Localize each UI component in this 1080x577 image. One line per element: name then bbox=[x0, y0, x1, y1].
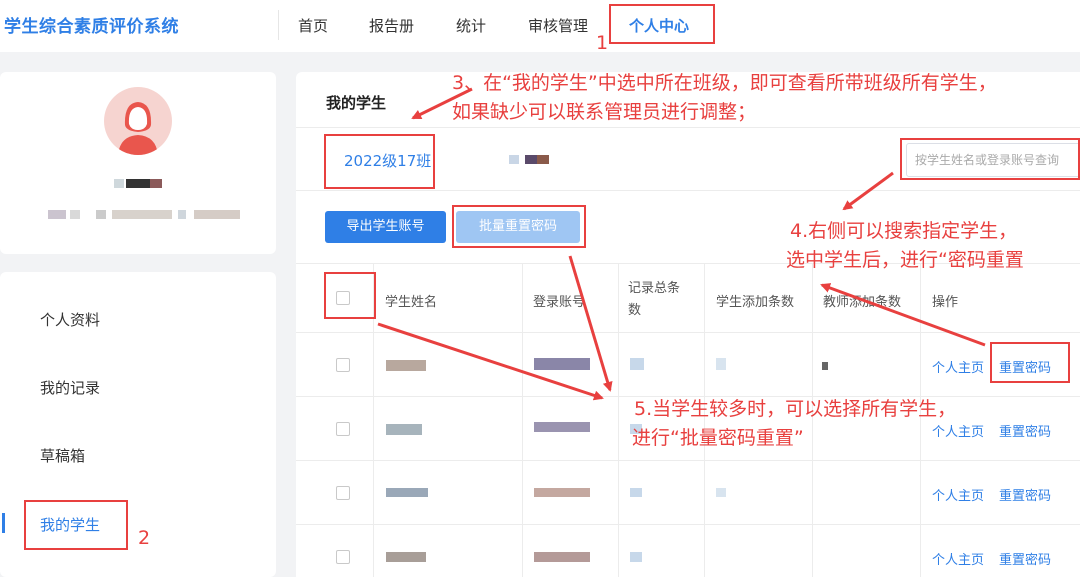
arrow-step5-batch bbox=[568, 255, 613, 392]
arrow-step4-reset bbox=[820, 283, 986, 347]
arrow-step5-select bbox=[377, 322, 604, 401]
arrow-step4-search bbox=[842, 171, 894, 211]
arrow-step3 bbox=[411, 87, 473, 120]
annotation-arrows bbox=[377, 87, 986, 401]
